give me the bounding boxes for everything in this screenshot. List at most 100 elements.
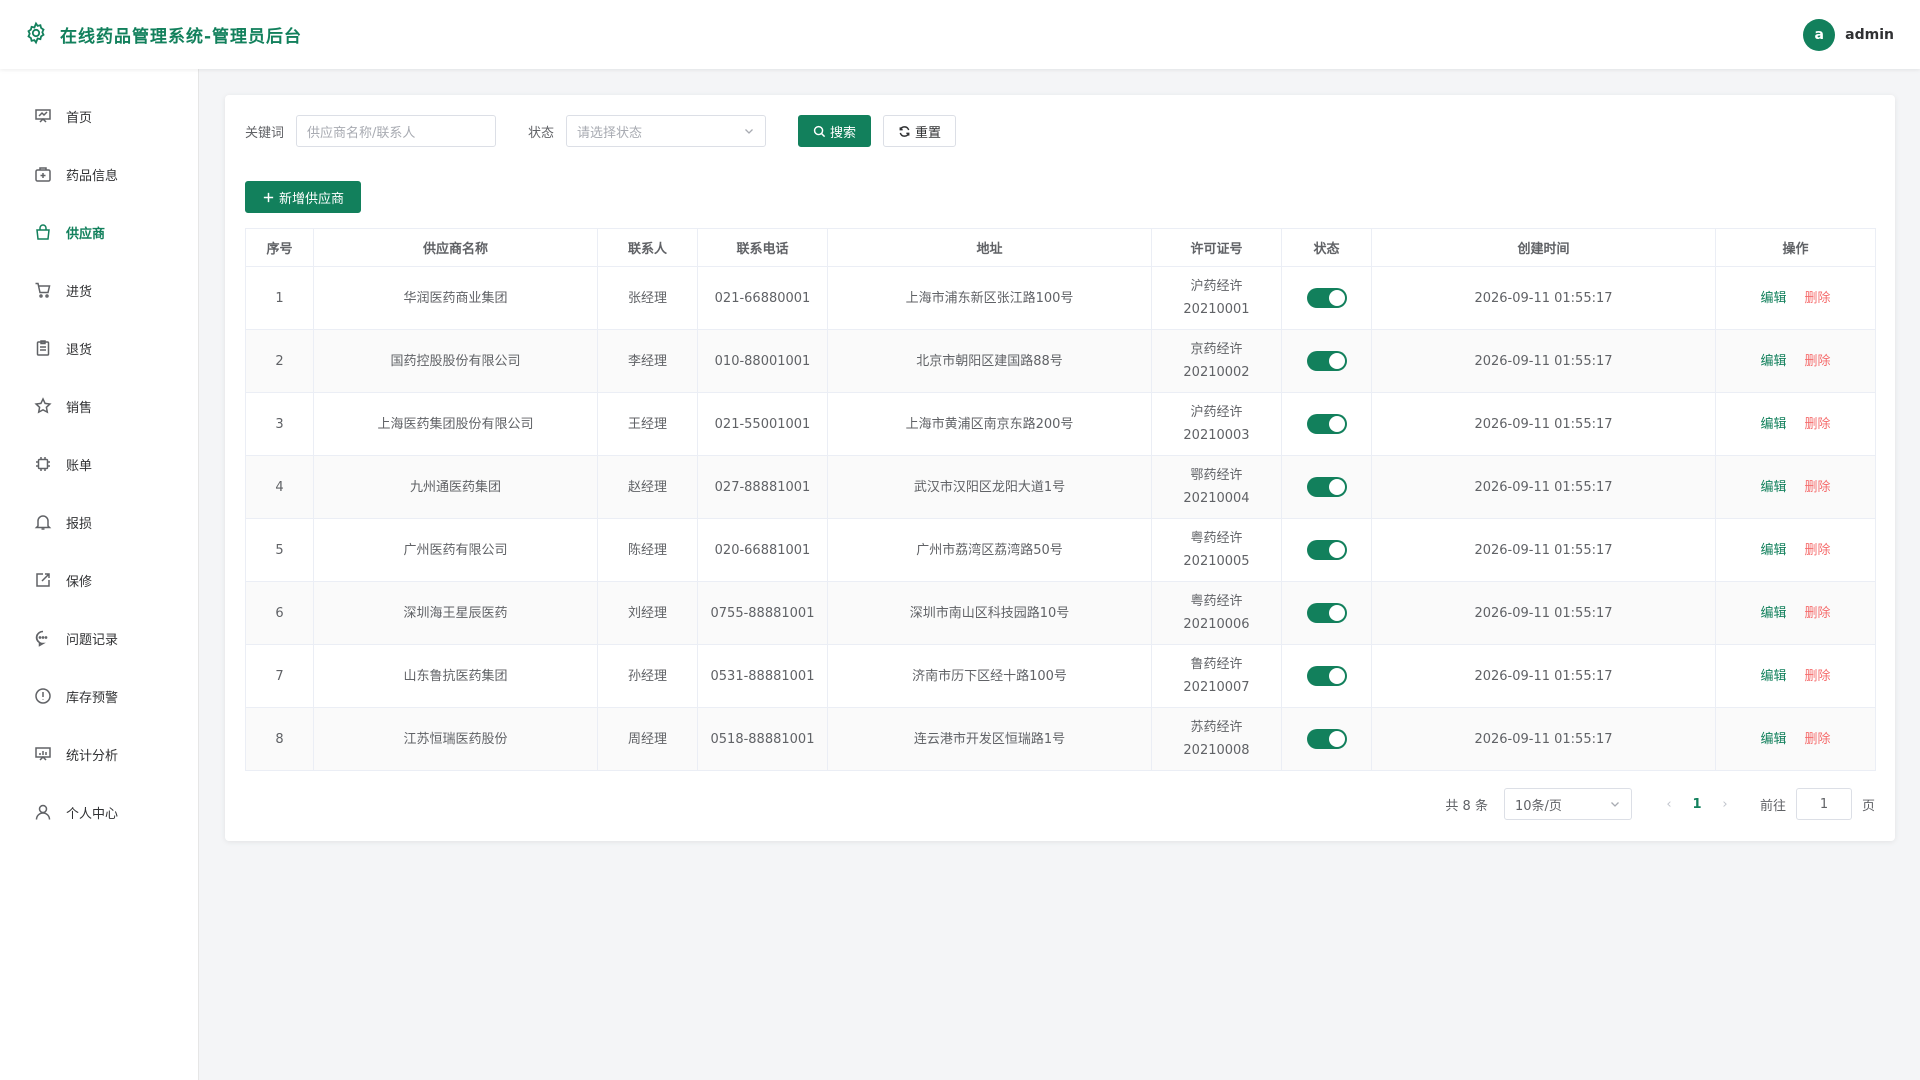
cell-created-time: 2026-09-11 01:55:17 bbox=[1371, 329, 1716, 393]
cell-supplier-name: 上海医药集团股份有限公司 bbox=[313, 392, 598, 456]
username[interactable]: admin bbox=[1845, 27, 1894, 43]
search-button[interactable]: 搜索 bbox=[798, 115, 872, 147]
cell-phone: 0755-88881001 bbox=[697, 581, 828, 645]
dashboard-icon bbox=[35, 109, 51, 123]
next-page-icon[interactable]: › bbox=[1710, 797, 1740, 812]
status-toggle[interactable] bbox=[1306, 540, 1347, 560]
delete-link[interactable]: 删除 bbox=[1805, 543, 1831, 558]
cell-created-time: 2026-09-11 01:55:17 bbox=[1371, 644, 1716, 708]
column-header: 联系人 bbox=[597, 228, 698, 267]
cell-contact: 孙经理 bbox=[597, 644, 698, 708]
brand: 在线药品管理系统-管理员后台 bbox=[24, 21, 302, 49]
toolbar: 新增供应商 bbox=[245, 181, 1875, 213]
cell-contact: 张经理 bbox=[597, 266, 698, 330]
plus-icon bbox=[263, 192, 274, 202]
medkit-icon bbox=[35, 167, 51, 182]
delete-link[interactable]: 删除 bbox=[1805, 417, 1831, 432]
delete-link[interactable]: 删除 bbox=[1805, 669, 1831, 684]
sidebar-item-label: 保修 bbox=[66, 574, 93, 590]
column-header: 联系电话 bbox=[697, 228, 828, 267]
keyword-input[interactable]: 供应商名称/联系人 bbox=[296, 115, 497, 147]
edit-link[interactable]: 编辑 bbox=[1760, 669, 1786, 684]
status-toggle[interactable] bbox=[1306, 729, 1347, 749]
status-toggle[interactable] bbox=[1306, 351, 1347, 371]
cell-contact: 李经理 bbox=[597, 329, 698, 393]
cell-actions: 编辑 删除 bbox=[1715, 329, 1876, 393]
sidebar-item-supplier[interactable]: 供应商 bbox=[0, 203, 198, 261]
cell-license: 苏药经许 20210008 bbox=[1151, 707, 1282, 771]
pagination: 共 8 条 10条/页 ‹ 1 › 前往 1 页 bbox=[1445, 788, 1875, 820]
cell-contact: 刘经理 bbox=[597, 581, 698, 645]
sidebar-item-loss[interactable]: 报损 bbox=[0, 493, 198, 551]
sidebar-item-label: 首页 bbox=[66, 110, 93, 126]
sidebar-item-warranty[interactable]: 保修 bbox=[0, 551, 198, 609]
edit-link[interactable]: 编辑 bbox=[1760, 354, 1786, 369]
cell-status bbox=[1281, 707, 1372, 771]
chip-icon bbox=[36, 457, 50, 471]
status-toggle[interactable] bbox=[1306, 414, 1347, 434]
status-toggle[interactable] bbox=[1306, 666, 1347, 686]
cell-supplier-name: 江苏恒瑞医药股份 bbox=[313, 707, 598, 771]
edit-link[interactable]: 编辑 bbox=[1760, 480, 1786, 495]
sidebar-item-return[interactable]: 退货 bbox=[0, 319, 198, 377]
delete-link[interactable]: 删除 bbox=[1805, 354, 1831, 369]
cell-supplier-name: 九州通医药集团 bbox=[313, 455, 598, 519]
sidebar-item-profile[interactable]: 个人中心 bbox=[0, 783, 198, 841]
cell-actions: 编辑 删除 bbox=[1715, 392, 1876, 456]
sidebar-item-label: 供应商 bbox=[66, 226, 106, 242]
sidebar-item-home[interactable]: 首页 bbox=[0, 87, 198, 145]
table-row: 5 广州医药有限公司 陈经理 020-66881001 广州市荔湾区荔湾路50号 粤药经许… bbox=[245, 518, 1876, 582]
table-row: 6 深圳海王星辰医药 刘经理 0755-88881001 深圳市南山区科技园路10号 粤药… bbox=[245, 581, 1876, 645]
edit-link[interactable]: 编辑 bbox=[1760, 606, 1786, 621]
prev-page-icon[interactable]: ‹ bbox=[1654, 797, 1684, 812]
edit-link[interactable]: 编辑 bbox=[1760, 291, 1786, 306]
edit-link[interactable]: 编辑 bbox=[1760, 543, 1786, 558]
delete-link[interactable]: 删除 bbox=[1805, 606, 1831, 621]
delete-link[interactable]: 删除 bbox=[1805, 732, 1831, 747]
keyword-placeholder: 供应商名称/联系人 bbox=[307, 125, 416, 141]
license-number: 20210004 bbox=[1183, 491, 1250, 506]
sidebar-item-purchase[interactable]: 进货 bbox=[0, 261, 198, 319]
cell-status bbox=[1281, 518, 1372, 582]
delete-link[interactable]: 删除 bbox=[1805, 291, 1831, 306]
sidebar-item-issues[interactable]: 问题记录 bbox=[0, 609, 198, 667]
delete-link[interactable]: 删除 bbox=[1805, 480, 1831, 495]
column-header: 状态 bbox=[1281, 228, 1372, 267]
cart-icon bbox=[35, 282, 51, 298]
table-header-row: 序号 供应商名称 联系人 联系电话 地址 许可证号 状态 创建时间 操作 bbox=[245, 228, 1876, 267]
sidebar-item-drug-info[interactable]: 药品信息 bbox=[0, 145, 198, 203]
sidebar-item-stock-warning[interactable]: 库存预警 bbox=[0, 667, 198, 725]
cell-license: 沪药经许 20210001 bbox=[1151, 266, 1282, 330]
cell-address: 上海市黄浦区南京东路200号 bbox=[827, 392, 1152, 456]
add-supplier-button[interactable]: 新增供应商 bbox=[245, 181, 361, 213]
license-prefix: 粤药经许 bbox=[1190, 531, 1243, 546]
license-number: 20210005 bbox=[1183, 554, 1250, 569]
goto-page-input[interactable]: 1 bbox=[1795, 788, 1852, 820]
reset-button[interactable]: 重置 bbox=[883, 115, 957, 147]
license-number: 20210007 bbox=[1183, 680, 1250, 695]
avatar[interactable]: a bbox=[1803, 18, 1836, 51]
sidebar-item-label: 账单 bbox=[66, 458, 93, 474]
column-header: 地址 bbox=[827, 228, 1152, 267]
keyword-label: 关键词 bbox=[245, 125, 285, 141]
user-menu[interactable]: a admin bbox=[1803, 18, 1894, 51]
status-toggle[interactable] bbox=[1306, 288, 1347, 308]
edit-link[interactable]: 编辑 bbox=[1760, 732, 1786, 747]
sidebar: 首页 药品信息 供应商 进货 退货 销售 账单 报损 保修 问题记录 库存预警 bbox=[0, 69, 199, 1080]
goto-label: 前往 bbox=[1759, 798, 1786, 814]
cell-contact: 周经理 bbox=[597, 707, 698, 771]
sidebar-item-bill[interactable]: 账单 bbox=[0, 435, 198, 493]
status-select[interactable]: 请选择状态 bbox=[566, 115, 767, 147]
page-number-current[interactable]: 1 bbox=[1684, 797, 1710, 812]
app-title: 在线药品管理系统-管理员后台 bbox=[60, 27, 303, 47]
license-prefix: 沪药经许 bbox=[1190, 279, 1243, 294]
sidebar-item-statistics[interactable]: 统计分析 bbox=[0, 725, 198, 783]
status-toggle[interactable] bbox=[1306, 477, 1347, 497]
page-size-select[interactable]: 10条/页 bbox=[1503, 788, 1632, 820]
table-row: 2 国药控股股份有限公司 李经理 010-88001001 北京市朝阳区建国路88号 京药… bbox=[245, 329, 1876, 393]
status-toggle[interactable] bbox=[1306, 603, 1347, 623]
chevron-down-icon bbox=[1611, 802, 1619, 807]
sidebar-item-sales[interactable]: 销售 bbox=[0, 377, 198, 435]
sidebar-item-label: 报损 bbox=[66, 516, 93, 532]
edit-link[interactable]: 编辑 bbox=[1760, 417, 1786, 432]
